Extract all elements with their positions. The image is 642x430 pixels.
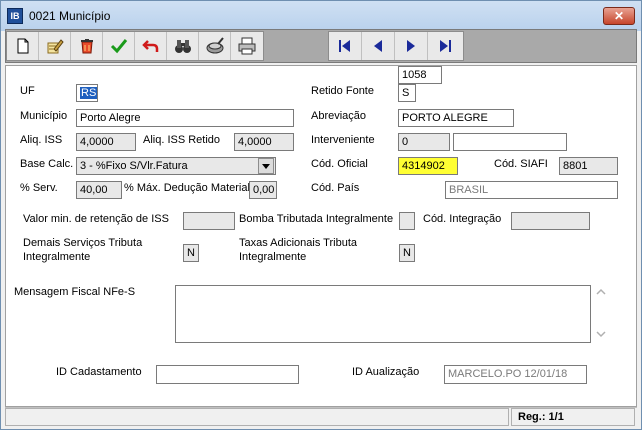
record-navigation (328, 31, 464, 61)
demais-servicos-label-2: Integralmente (23, 251, 91, 263)
first-record-icon (339, 40, 350, 52)
cod-pais-name-field[interactable]: BRASIL (445, 181, 618, 199)
perc-serv-field[interactable]: 40,00 (76, 181, 122, 199)
print-button[interactable] (231, 32, 263, 60)
uf-label: UF (20, 85, 35, 97)
taxas-adicionais-label-2: Integralmente (239, 251, 307, 263)
toolbar (5, 29, 637, 63)
base-calc-value: 3 - %Fixo S/Vlr.Fatura (80, 160, 188, 172)
confirm-check-icon (110, 39, 127, 54)
perc-serv-label: % Serv. (20, 182, 58, 194)
edit-icon (47, 39, 64, 54)
demais-servicos-field[interactable]: N (183, 244, 199, 262)
municipio-field[interactable]: Porto Alegre (76, 109, 294, 127)
status-bar: Reg.: 1/1 (5, 407, 637, 427)
perc-max-deducao-field[interactable]: 0,00 (249, 181, 277, 199)
base-calc-label: Base Calc. (20, 158, 74, 170)
cod-oficial-label: Cód. Oficial (311, 158, 368, 170)
retido-fonte-label: Retido Fonte (311, 85, 374, 97)
window-title: 0021 Município (29, 9, 111, 23)
uf-field[interactable]: RS (76, 84, 98, 102)
filter-icon (206, 37, 224, 54)
search-button[interactable] (167, 32, 199, 60)
delete-button[interactable] (71, 32, 103, 60)
bomba-tributada-field[interactable] (399, 212, 415, 230)
mensagem-fiscal-label: Mensagem Fiscal NFe-S (14, 286, 136, 298)
filter-button[interactable] (199, 32, 231, 60)
edit-button[interactable] (39, 32, 71, 60)
cod-integracao-field[interactable] (511, 212, 590, 230)
abreviacao-label: Abreviação (311, 110, 367, 122)
title-bar: IB 0021 Município ✕ (1, 1, 641, 31)
new-icon (17, 38, 28, 54)
cod-oficial-field[interactable]: 4314902 (398, 157, 458, 175)
last-record-button[interactable] (428, 32, 461, 60)
memo-scrollbar[interactable] (595, 288, 607, 340)
action-button-group (6, 31, 264, 61)
valor-min-retencao-field[interactable] (183, 212, 235, 230)
print-icon (238, 37, 256, 55)
previous-record-icon (374, 40, 382, 52)
cod-pais-code-field[interactable]: 1058 (398, 66, 442, 84)
id-atualizacao-field[interactable]: MARCELO.PO 12/01/18 (444, 365, 587, 384)
cod-integracao-label: Cód. Integração (423, 213, 502, 225)
interveniente-name-field[interactable] (453, 133, 567, 151)
interveniente-code-field[interactable]: 0 (398, 133, 450, 151)
undo-button[interactable] (135, 32, 167, 60)
taxas-adicionais-label-1: Taxas Adicionais Tributa (239, 237, 358, 249)
form-panel: UF RS Município Porto Alegre Aliq. ISS 4… (5, 65, 637, 407)
status-message (5, 408, 509, 426)
chevron-down-icon[interactable] (258, 158, 274, 174)
id-cadastramento-field[interactable] (156, 365, 299, 384)
previous-record-button[interactable] (362, 32, 395, 60)
cod-siafi-field[interactable]: 8801 (559, 157, 618, 175)
scroll-down-icon[interactable] (596, 330, 606, 338)
abreviacao-field[interactable]: PORTO ALEGRE (398, 109, 514, 127)
record-counter: Reg.: 1/1 (511, 408, 635, 426)
search-binoculars-icon (174, 40, 191, 53)
bomba-tributada-label: Bomba Tributada Integralmente (239, 213, 394, 225)
perc-max-deducao-label: % Máx. Dedução Material (124, 182, 250, 194)
municipio-window: IB 0021 Município ✕ UF RS Município Port… (0, 0, 642, 430)
last-record-icon (439, 40, 451, 52)
app-icon: IB (7, 8, 23, 24)
mensagem-fiscal-field[interactable] (175, 285, 591, 343)
first-record-button[interactable] (329, 32, 362, 60)
new-button[interactable] (7, 32, 39, 60)
undo-icon (141, 40, 158, 52)
confirm-button[interactable] (103, 32, 135, 60)
next-record-icon (407, 40, 415, 52)
close-button[interactable]: ✕ (603, 7, 635, 25)
aliq-iss-field[interactable]: 4,0000 (76, 133, 136, 151)
delete-icon (80, 39, 93, 54)
aliq-iss-label: Aliq. ISS (20, 134, 63, 146)
municipio-label: Município (20, 110, 68, 122)
scroll-up-icon[interactable] (596, 288, 606, 296)
taxas-adicionais-field[interactable]: N (399, 244, 415, 262)
next-record-button[interactable] (395, 32, 428, 60)
cod-pais-label: Cód. País (311, 182, 360, 194)
interveniente-label: Interveniente (311, 134, 375, 146)
uf-value: RS (80, 87, 97, 99)
id-atualizacao-label: ID Aualização (352, 366, 420, 378)
cod-siafi-label: Cód. SIAFI (494, 158, 548, 170)
demais-servicos-label-1: Demais Serviços Tributa (23, 237, 143, 249)
base-calc-select[interactable]: 3 - %Fixo S/Vlr.Fatura (76, 157, 276, 175)
valor-min-retencao-label: Valor min. de retenção de ISS (23, 213, 169, 225)
aliq-iss-retido-field[interactable]: 4,0000 (234, 133, 294, 151)
id-cadastramento-label: ID Cadastamento (56, 366, 142, 378)
aliq-iss-retido-label: Aliq. ISS Retido (143, 134, 221, 146)
retido-fonte-field[interactable]: S (398, 84, 416, 102)
